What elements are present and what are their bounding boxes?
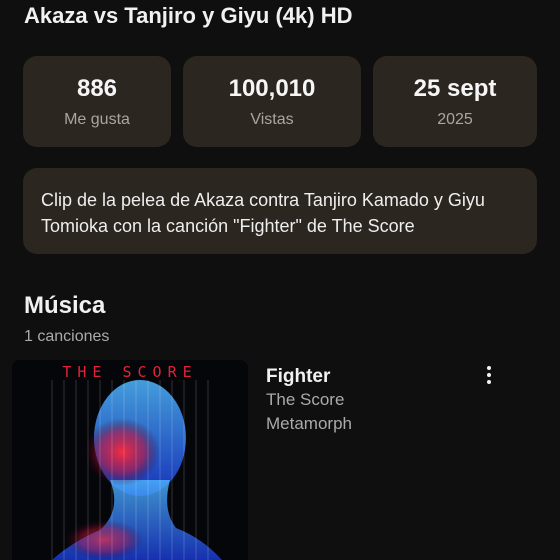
likes-label: Me gusta — [64, 110, 130, 128]
publish-year: 2025 — [437, 110, 473, 128]
date-card: 25 sept 2025 — [373, 56, 537, 147]
dot — [487, 366, 491, 370]
album-art[interactable]: THE SCORE — [12, 360, 248, 560]
dot — [487, 380, 491, 384]
likes-count: 886 — [76, 74, 118, 102]
album-art-text: THE SCORE — [62, 363, 197, 381]
views-count: 100,010 — [228, 74, 316, 102]
music-track-count: 1 canciones — [24, 328, 110, 345]
track-item[interactable]: THE SCORE Fighter The Score Metamorph — [0, 360, 560, 560]
video-description[interactable]: Clip de la pelea de Akaza contra Tanjiro… — [23, 168, 537, 254]
music-section-title: Música — [24, 292, 106, 319]
track-artist[interactable]: The Score — [266, 390, 344, 410]
views-label: Vistas — [250, 110, 294, 128]
publish-date: 25 sept — [413, 74, 497, 102]
likes-card: 886 Me gusta — [23, 56, 171, 147]
track-album[interactable]: Metamorph — [266, 414, 352, 434]
video-title: Akaza vs Tanjiro y Giyu (4k) HD — [24, 3, 353, 28]
views-card: 100,010 Vistas — [183, 56, 361, 147]
dot — [487, 373, 491, 377]
track-title[interactable]: Fighter — [266, 366, 330, 388]
more-vert-icon[interactable] — [478, 362, 500, 388]
stats-row: 886 Me gusta 100,010 Vistas 25 sept 2025 — [23, 56, 537, 147]
